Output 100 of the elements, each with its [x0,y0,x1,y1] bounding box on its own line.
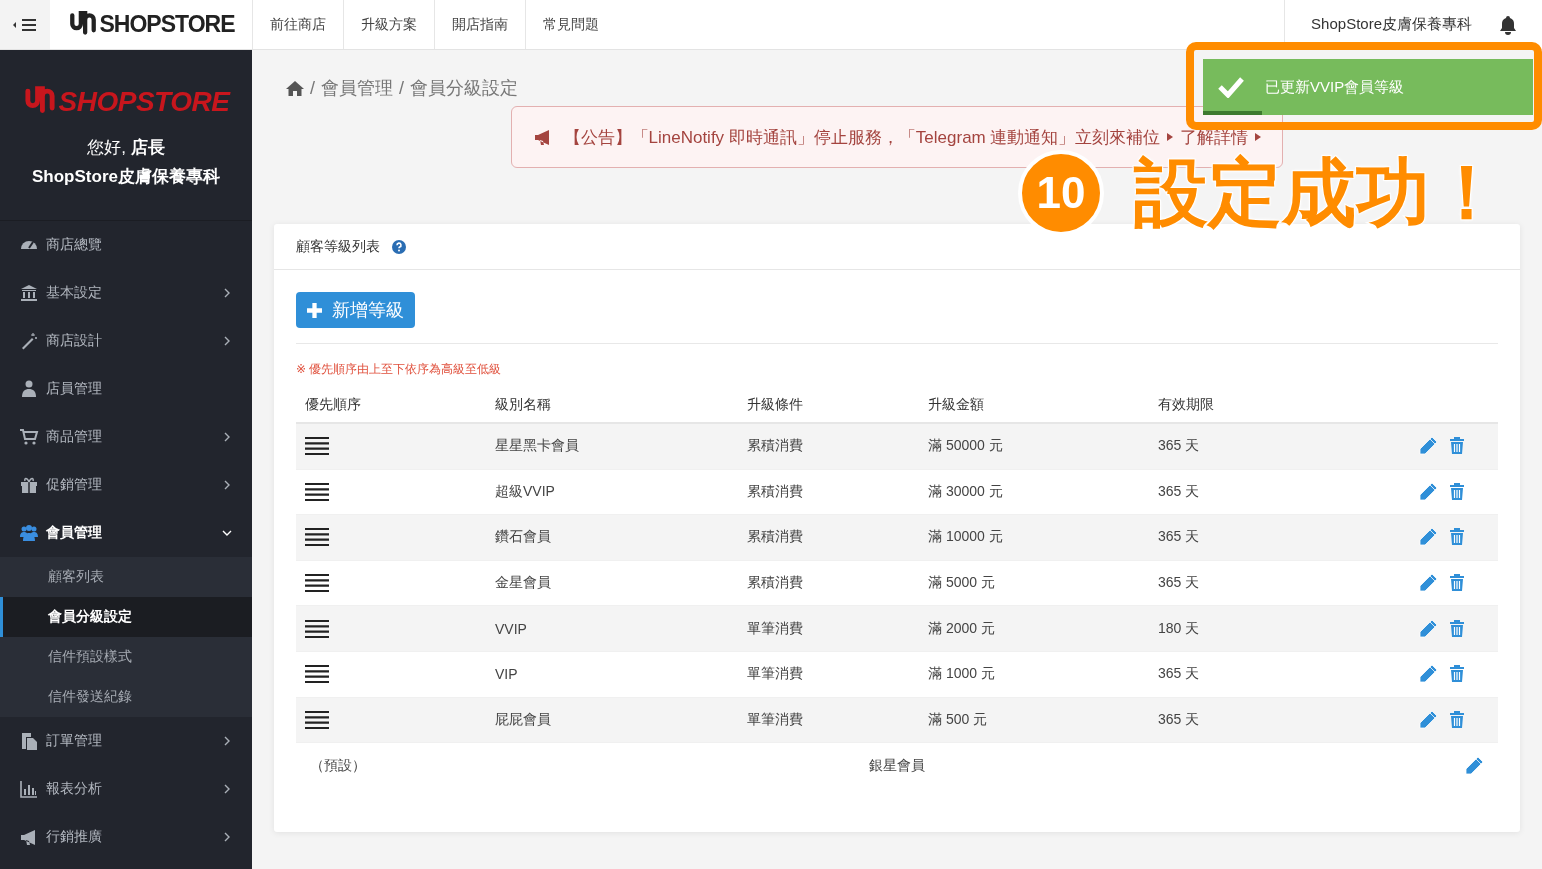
drag-handle-icon[interactable] [305,710,329,729]
cart-icon [19,427,39,447]
shopstore-logo[interactable]: SHOPSTORE [50,0,252,49]
table-cell-text: 累積消費 [747,574,804,593]
submenu-item[interactable]: 會員分級設定 [0,597,252,637]
table-cell-text: 單筆消費 [747,665,804,684]
help-icon[interactable] [392,239,406,254]
table-cell-text: 滿 1000 元 [928,665,996,684]
chevron-right-icon [222,480,232,490]
chevron-right-icon [222,784,232,794]
plus-icon [307,302,322,318]
table-cell-text: 累積消費 [747,528,804,547]
pencil-icon[interactable] [1418,481,1438,502]
sidebar-menu-item[interactable]: 報表分析 [0,765,252,813]
drag-handle-icon[interactable] [305,574,329,593]
trash-icon[interactable] [1448,527,1466,548]
pencil-icon[interactable] [1418,436,1438,457]
trash-icon[interactable] [1448,709,1466,730]
toast-message: 已更新VVIP會員等級 [1265,77,1405,97]
table-cell-text: 滿 30000 元 [928,482,1004,501]
breadcrumb-separator: / [310,77,315,99]
store-name: ShopStore皮膚保養專科 [32,166,220,188]
trash-icon[interactable] [1448,481,1466,502]
card-title: 顧客等級列表 [296,237,380,256]
table-cell-text: VIP [495,666,519,683]
sidebar-menu-item[interactable]: 行銷推廣 [0,813,252,861]
submenu-item[interactable]: 信件發送紀錄 [0,677,252,717]
sidebar-toggle-icon[interactable] [12,17,38,32]
pencil-icon[interactable] [1418,618,1438,639]
greeting-text: 您好, 店長 [87,137,165,159]
table-cell-text: 365 天 [1158,482,1201,501]
drag-handle-icon[interactable] [305,437,329,456]
table-cell-text: 滿 50000 元 [928,437,1004,456]
drag-handle-icon[interactable] [305,528,329,547]
sidebar-menu-item[interactable]: 促銷管理 [0,461,252,509]
gift-icon [19,475,39,495]
table-cell-text: 星星黑卡會員 [495,437,580,456]
table-cell-text: 滿 2000 元 [928,619,996,638]
bar-chart-icon [19,779,39,799]
chevron-down-icon [222,528,232,538]
submenu-item[interactable]: 信件預設樣式 [0,637,252,677]
table-cell-text: 金星會員 [495,574,552,593]
table-cell-text: 滿 500 元 [928,710,989,729]
table-cell-text: 365 天 [1158,574,1201,593]
sidebar-menu-item[interactable]: 基本設定 [0,269,252,317]
table-cell-text: （預設） [310,757,367,776]
nav-link[interactable]: 開店指南 [434,0,525,49]
pencil-icon[interactable] [1418,664,1438,685]
table-cell-text: 180 天 [1158,619,1201,638]
sidebar-menu-item[interactable]: 商品管理 [0,413,252,461]
sidebar-menu-item[interactable]: 商店設計 [0,317,252,365]
pencil-icon[interactable] [1464,756,1484,777]
announcement-text: 【公告】「LineNotify 即時通訊」停止服務，「Telegram 連動通知」立刻來補位 [563,126,1161,149]
trash-icon[interactable] [1448,618,1466,639]
table-cell-text: 365 天 [1158,437,1201,456]
nav-link[interactable]: 常見問題 [525,0,616,49]
breadcrumb-link[interactable]: 會員管理 [321,76,393,100]
drag-handle-icon[interactable] [305,482,329,501]
drag-handle-icon[interactable] [305,665,329,684]
column-header: 有效期限 [1158,396,1215,414]
bell-icon[interactable] [1498,14,1518,35]
drag-handle-icon[interactable] [305,619,329,638]
chevron-right-icon [222,832,232,842]
table-cell-text: 365 天 [1158,528,1201,547]
sidebar-menu-item[interactable]: 會員管理 [0,509,252,557]
announcement-link[interactable]: 了解詳情 [1180,125,1249,149]
check-icon [1217,76,1245,98]
table-cell-text: 單筆消費 [747,619,804,638]
home-icon[interactable] [286,80,304,96]
table-cell-text: 365 天 [1158,665,1201,684]
breadcrumb-separator: / [399,77,405,99]
annotation-caption: 設定成功！ [1134,156,1504,230]
table-cell-text: 超級VVIP [495,482,556,501]
sidebar-menu-item[interactable]: 商店總覽 [0,221,252,269]
nav-link[interactable]: 升級方案 [343,0,434,49]
chevron-right-icon [222,736,232,746]
trash-icon[interactable] [1448,573,1466,594]
table-cell-text: 滿 10000 元 [928,528,1004,547]
submenu-item[interactable]: 顧客列表 [0,557,252,597]
documents-icon [19,731,39,751]
trash-icon[interactable] [1448,664,1466,685]
triangle-right-icon [1254,133,1263,141]
chevron-right-icon [222,336,232,346]
shop-name-link[interactable]: ShopStore皮膚保養專科 [1284,0,1498,49]
nav-link[interactable]: 前往商店 [252,0,343,49]
user-icon [19,379,39,399]
users-icon [19,523,39,543]
pencil-icon[interactable] [1418,709,1438,730]
column-header: 級別名稱 [495,396,552,414]
sidebar-menu-item[interactable]: 訂單管理 [0,717,252,765]
table-cell-text: 單筆消費 [747,710,804,729]
pencil-icon[interactable] [1418,527,1438,548]
column-header: 優先順序 [305,396,362,414]
column-header: 升級金額 [928,396,985,414]
sidebar-menu-item[interactable]: 店員管理 [0,365,252,413]
trash-icon[interactable] [1448,436,1466,457]
bank-icon [19,283,39,303]
table-cell-text: 屁屁會員 [495,710,552,729]
pencil-icon[interactable] [1418,573,1438,594]
breadcrumb-link[interactable]: 會員分級設定 [410,76,519,100]
